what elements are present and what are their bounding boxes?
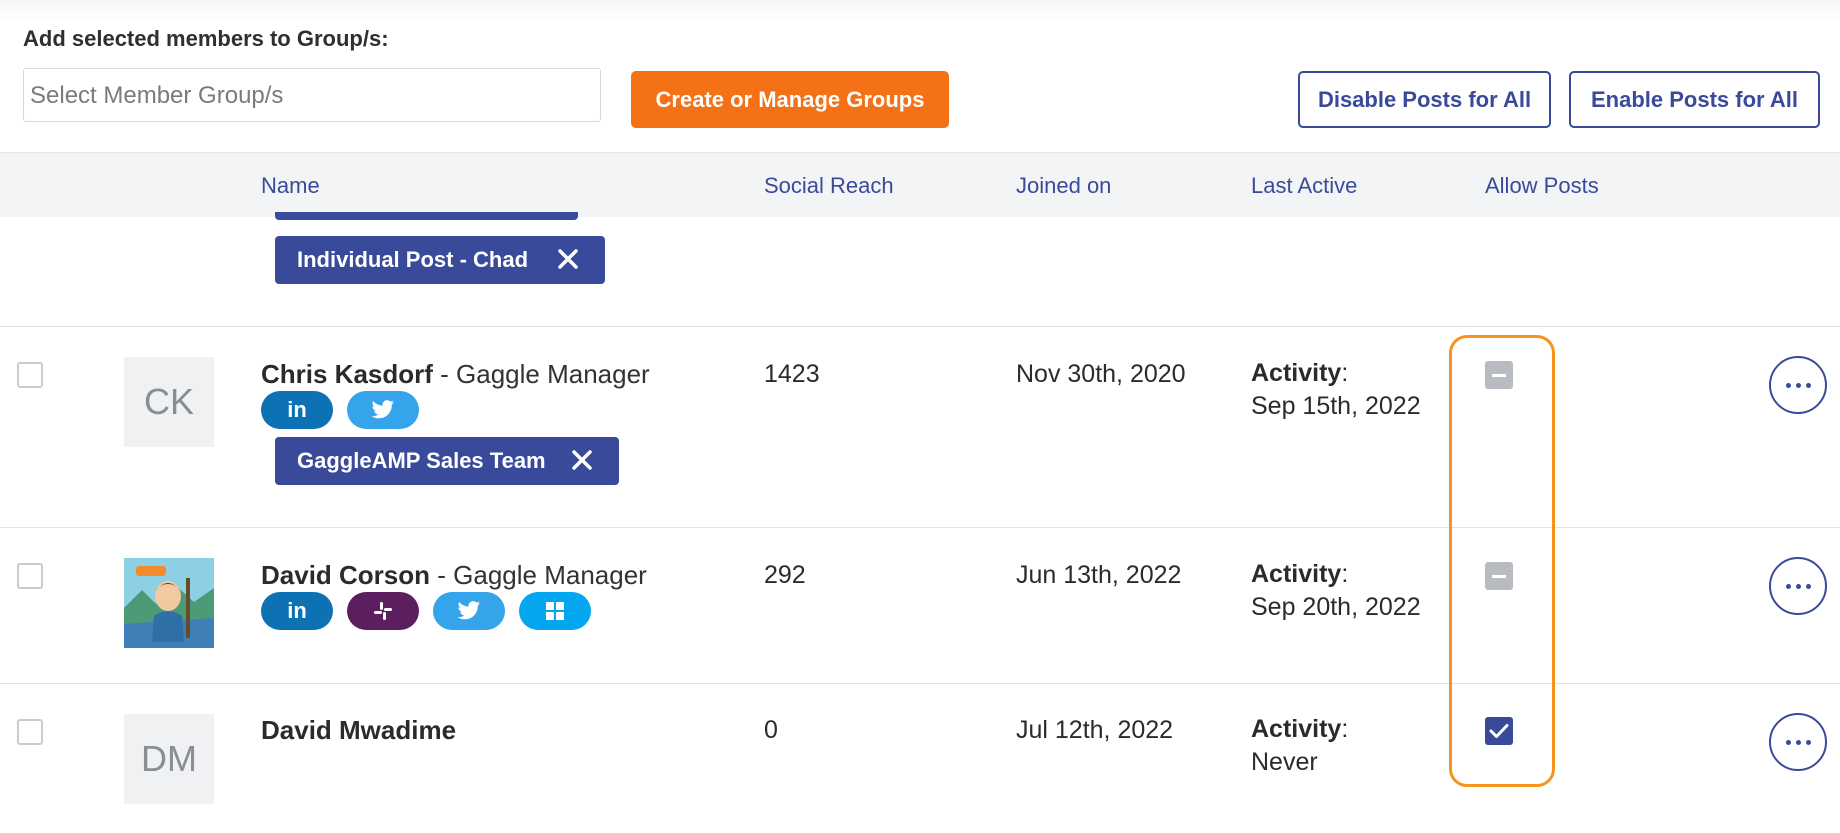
microsoft-icon xyxy=(546,602,564,620)
linkedin-badge[interactable]: in xyxy=(261,391,333,429)
last-active: Activity: Sep 20th, 2022 xyxy=(1251,560,1421,621)
dot-icon xyxy=(1795,583,1801,589)
more-options-button[interactable] xyxy=(1769,557,1827,615)
member-group-placeholder: Select Member Group/s xyxy=(30,82,284,109)
last-active: Activity: Never xyxy=(1251,715,1349,776)
group-tag: Individual Post - Chad xyxy=(275,236,605,284)
avatar-illustration-icon xyxy=(124,558,214,648)
twitter-badge[interactable] xyxy=(433,592,505,630)
member-name[interactable]: David Mwadime xyxy=(261,715,456,746)
table-header: Name Social Reach Joined on Last Active … xyxy=(0,152,1840,217)
column-last-active[interactable]: Last Active xyxy=(1251,173,1357,199)
column-joined-on[interactable]: Joined on xyxy=(1016,173,1111,199)
dot-icon xyxy=(1805,583,1811,589)
avatar-photo xyxy=(124,558,214,648)
dot-icon xyxy=(1785,739,1791,745)
group-tag-label: Individual Post - Chad xyxy=(297,247,529,272)
activity-label: Activity xyxy=(1251,560,1342,588)
social-reach: 292 xyxy=(764,561,806,589)
member-group-select[interactable]: Select Member Group/s xyxy=(23,68,601,122)
avatar: CK xyxy=(124,357,214,447)
avatar-initials: CK xyxy=(143,381,194,422)
group-tag-label: GaggleAMP Sales Team xyxy=(297,448,546,473)
member-name-text: David Mwadime xyxy=(261,715,457,745)
group-tag-partial xyxy=(275,212,578,220)
twitter-badge[interactable] xyxy=(347,391,419,429)
avatar: DM xyxy=(124,714,214,804)
more-options-button[interactable] xyxy=(1769,713,1827,771)
row-select-checkbox[interactable] xyxy=(17,563,43,589)
disable-posts-for-all-button[interactable]: Disable Posts for All xyxy=(1298,71,1551,128)
microsoft-badge[interactable] xyxy=(519,592,591,630)
member-name-text: Chris Kasdorf xyxy=(261,359,433,389)
dot-icon xyxy=(1795,739,1801,745)
social-reach: 1423 xyxy=(764,360,820,388)
dot-icon xyxy=(1785,583,1791,589)
dot-icon xyxy=(1795,382,1801,388)
dot-icon xyxy=(1805,382,1811,388)
linkedin-icon: in xyxy=(287,598,307,623)
last-active-date: Sep 15th, 2022 xyxy=(1251,392,1421,420)
dot-icon xyxy=(1785,382,1791,388)
member-role: - Gaggle Manager xyxy=(432,359,650,389)
group-label: Add selected members to Group/s: xyxy=(23,26,389,51)
remove-tag-icon[interactable] xyxy=(557,246,579,272)
last-active: Activity: Sep 15th, 2022 xyxy=(1251,359,1421,420)
toolbar: Add selected members to Group/s: Select … xyxy=(0,0,1840,152)
more-options-button[interactable] xyxy=(1769,356,1827,414)
joined-on: Jun 13th, 2022 xyxy=(1016,561,1182,589)
row-divider xyxy=(0,527,1840,528)
member-name[interactable]: David Corson - Gaggle Manager xyxy=(261,560,647,591)
joined-on: Nov 30th, 2020 xyxy=(1016,360,1186,388)
activity-label: Activity xyxy=(1251,359,1342,387)
last-active-date: Sep 20th, 2022 xyxy=(1251,593,1421,621)
row-select-checkbox[interactable] xyxy=(17,719,43,745)
member-name-text: David Corson xyxy=(261,560,431,590)
remove-tag-icon[interactable] xyxy=(571,447,593,473)
column-name[interactable]: Name xyxy=(261,173,320,199)
social-reach: 0 xyxy=(764,716,778,744)
twitter-icon xyxy=(457,601,481,620)
avatar-initials: DM xyxy=(141,738,197,779)
joined-on: Jul 12th, 2022 xyxy=(1016,716,1174,744)
row-divider xyxy=(0,683,1840,684)
column-allow-posts: Allow Posts xyxy=(1485,173,1599,198)
member-name[interactable]: Chris Kasdorf - Gaggle Manager xyxy=(261,359,650,390)
enable-posts-for-all-button[interactable]: Enable Posts for All xyxy=(1569,71,1820,128)
allow-posts-highlight xyxy=(1449,335,1555,787)
slack-badge[interactable] xyxy=(347,592,419,630)
row-divider xyxy=(0,326,1840,327)
member-role: - Gaggle Manager xyxy=(430,560,647,590)
dot-icon xyxy=(1805,739,1811,745)
row-select-checkbox[interactable] xyxy=(17,362,43,388)
column-social-reach[interactable]: Social Reach xyxy=(764,173,894,199)
group-tag: GaggleAMP Sales Team xyxy=(275,437,619,485)
last-active-date: Never xyxy=(1251,748,1318,776)
create-manage-groups-button[interactable]: Create or Manage Groups xyxy=(631,71,949,128)
activity-label: Activity xyxy=(1251,715,1342,743)
linkedin-icon: in xyxy=(287,397,307,422)
linkedin-badge[interactable]: in xyxy=(261,592,333,630)
slack-icon xyxy=(374,602,392,620)
twitter-icon xyxy=(371,400,395,419)
